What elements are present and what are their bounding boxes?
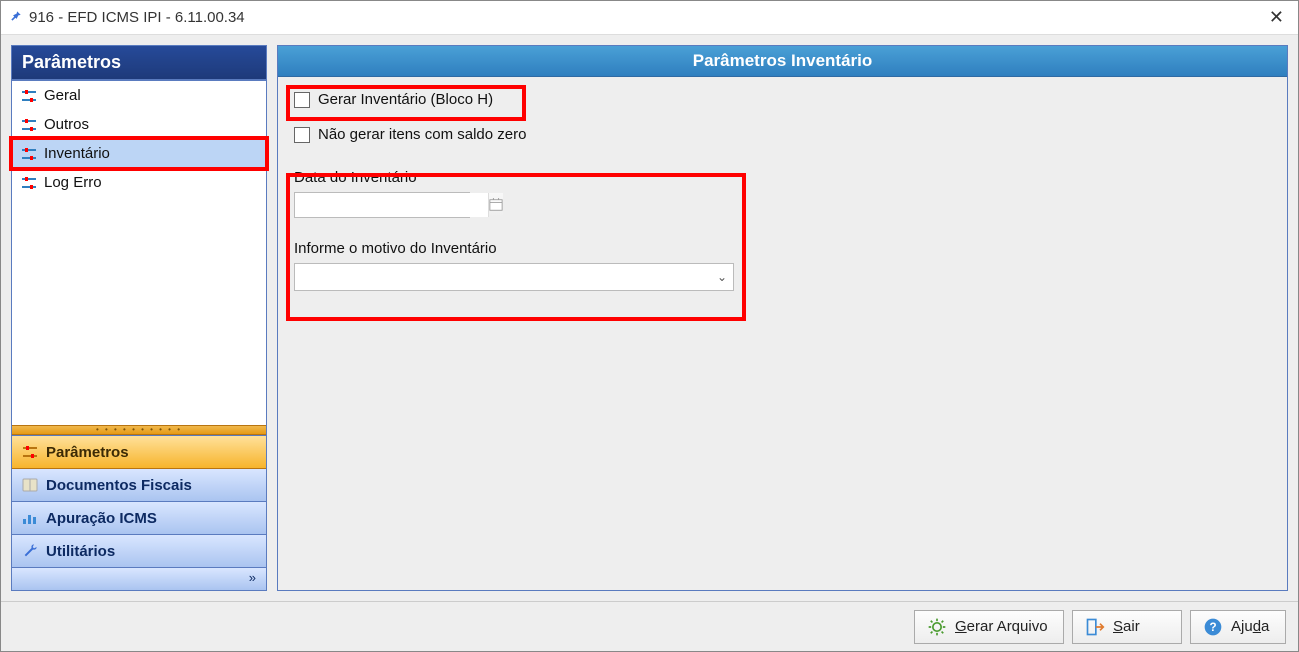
- reason-select[interactable]: ⌄: [294, 263, 734, 291]
- reason-label: Informe o motivo do Inventário: [294, 240, 1271, 257]
- gear-icon: [927, 617, 947, 637]
- group-data-inventario: Data do Inventário: [294, 169, 1271, 218]
- exit-icon: [1085, 617, 1105, 637]
- exit-button[interactable]: Sair: [1072, 610, 1182, 644]
- checkbox-nao-gerar-saldo-zero[interactable]: [294, 127, 310, 143]
- sidebar-items: Geral Outros Inventário: [12, 81, 266, 425]
- sidebar-item-label: Inventário: [44, 145, 110, 162]
- sliders-icon: [20, 88, 38, 104]
- svg-text:?: ?: [1209, 621, 1216, 634]
- accordion-label: Apuração ICMS: [46, 510, 157, 527]
- sidebar-item-label: Geral: [44, 87, 81, 104]
- accordion-label: Parâmetros: [46, 444, 129, 461]
- sidebar-item-geral[interactable]: Geral: [12, 81, 266, 110]
- date-input-wrapper: [294, 192, 470, 218]
- row-nao-gerar-saldo-zero: Não gerar itens com saldo zero: [294, 126, 1271, 143]
- app-window: 916 - EFD ICMS IPI - 6.11.00.34 ✕ Parâme…: [0, 0, 1299, 652]
- sidebar-item-log-erro[interactable]: Log Erro: [12, 168, 266, 197]
- wrench-icon: [20, 542, 40, 560]
- sliders-icon: [20, 175, 38, 191]
- accordion: Parâmetros Documentos Fiscais Apuração I…: [12, 435, 266, 590]
- accordion-label: Utilitários: [46, 543, 115, 560]
- accordion-label: Documentos Fiscais: [46, 477, 192, 494]
- date-label: Data do Inventário: [294, 169, 1271, 186]
- accordion-documentos[interactable]: Documentos Fiscais: [12, 469, 266, 502]
- sliders-icon: [20, 117, 38, 133]
- sidebar-item-outros[interactable]: Outros: [12, 110, 266, 139]
- generate-file-button[interactable]: Gerar Arquivo: [914, 610, 1064, 644]
- button-label: Gerar Arquivo: [955, 618, 1048, 635]
- sidebar-item-label: Outros: [44, 116, 89, 133]
- content-body: Gerar Inventário (Bloco H) Não gerar ite…: [278, 77, 1287, 327]
- sliders-icon: [20, 443, 40, 461]
- accordion-apuracao[interactable]: Apuração ICMS: [12, 502, 266, 535]
- button-label: Sair: [1113, 618, 1140, 635]
- sidebar-grip[interactable]: • • • • • • • • • •: [12, 425, 266, 435]
- sidebar-header: Parâmetros: [12, 46, 266, 81]
- chevron-down-icon: ⌄: [717, 270, 727, 284]
- help-icon: ?: [1203, 617, 1223, 637]
- sidebar-item-label: Log Erro: [44, 174, 102, 191]
- accordion-expand-button[interactable]: »: [12, 568, 266, 590]
- book-icon: [20, 476, 40, 494]
- window-title: 916 - EFD ICMS IPI - 6.11.00.34: [29, 9, 245, 26]
- titlebar: 916 - EFD ICMS IPI - 6.11.00.34 ✕: [1, 1, 1298, 35]
- accordion-parametros[interactable]: Parâmetros: [12, 436, 266, 469]
- content-title: Parâmetros Inventário: [278, 46, 1287, 77]
- chart-icon: [20, 509, 40, 527]
- client-area: Parâmetros Geral Outros: [1, 35, 1298, 651]
- sidebar: Parâmetros Geral Outros: [11, 45, 267, 591]
- checkbox-label: Gerar Inventário (Bloco H): [318, 91, 493, 108]
- calendar-icon[interactable]: [488, 193, 503, 217]
- pin-icon: [9, 9, 23, 27]
- main-area: Parâmetros Geral Outros: [1, 35, 1298, 601]
- sliders-icon: [20, 146, 38, 162]
- checkbox-label: Não gerar itens com saldo zero: [318, 126, 526, 143]
- footer: Gerar Arquivo Sair ? Ajuda: [1, 601, 1298, 651]
- accordion-utilitarios[interactable]: Utilitários: [12, 535, 266, 568]
- group-motivo-inventario: Informe o motivo do Inventário ⌄: [294, 240, 1271, 291]
- help-button[interactable]: ? Ajuda: [1190, 610, 1286, 644]
- sidebar-item-inventario[interactable]: Inventário: [12, 139, 266, 168]
- date-input[interactable]: [295, 193, 488, 217]
- close-icon[interactable]: ✕: [1263, 7, 1290, 28]
- button-label-text: Gerar Arquivo: [955, 618, 1048, 635]
- row-gerar-inventario: Gerar Inventário (Bloco H): [294, 91, 1271, 108]
- content-panel: Parâmetros Inventário Gerar Inventário (…: [277, 45, 1288, 591]
- checkbox-gerar-inventario[interactable]: [294, 92, 310, 108]
- button-label: Ajuda: [1231, 618, 1269, 635]
